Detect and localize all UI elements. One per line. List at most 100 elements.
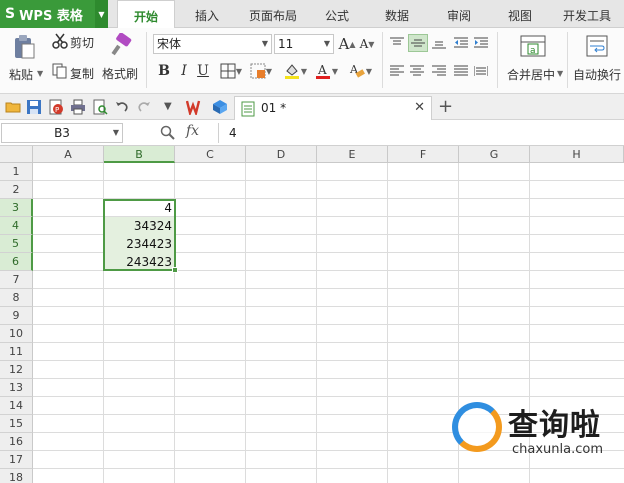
- name-box[interactable]: B3 ▼: [1, 123, 123, 143]
- row-header[interactable]: 12: [0, 361, 33, 379]
- shrink-font-icon: A: [359, 37, 369, 51]
- column-header-d[interactable]: D: [246, 146, 317, 163]
- align-middle-button[interactable]: [408, 34, 428, 52]
- app-menu-dropdown-icon[interactable]: ▼: [95, 0, 108, 28]
- format-painter-button[interactable]: 格式刷: [102, 65, 138, 82]
- row-header[interactable]: 13: [0, 379, 33, 397]
- outdent-icon: [454, 37, 468, 48]
- document-tab[interactable]: 01 * ✕: [234, 96, 432, 120]
- new-tab-plus-icon[interactable]: +: [438, 96, 453, 117]
- align-top-button[interactable]: [388, 35, 406, 51]
- italic-icon: I: [181, 63, 187, 79]
- print-icon[interactable]: [70, 99, 86, 115]
- row-header[interactable]: 7: [0, 271, 33, 289]
- cut-button[interactable]: 剪切: [70, 34, 94, 51]
- wrap-text-icon[interactable]: [584, 33, 610, 59]
- row-header[interactable]: 17: [0, 451, 33, 469]
- clear-format-button[interactable]: A ▼: [346, 62, 374, 80]
- insert-function-button[interactable]: fx: [186, 123, 199, 139]
- column-header-f[interactable]: F: [388, 146, 459, 163]
- tab-formulas[interactable]: 公式: [312, 0, 362, 28]
- undo-icon[interactable]: [114, 99, 130, 115]
- zoom-search-icon[interactable]: [160, 125, 176, 141]
- quick-access-toolbar: P ▼ 01 * ✕ +: [0, 94, 624, 120]
- justify-button[interactable]: [452, 63, 470, 79]
- tab-home[interactable]: 开始: [117, 0, 175, 29]
- font-name-select[interactable]: 宋体 ▼: [153, 34, 272, 54]
- gridline: [245, 163, 246, 483]
- font-size-select[interactable]: 11 ▼: [274, 34, 334, 54]
- row-header[interactable]: 8: [0, 289, 33, 307]
- customize-toolbar-icon[interactable]: ▼: [164, 99, 180, 115]
- cell-fill-button[interactable]: ▼: [248, 62, 274, 80]
- row-header[interactable]: 5: [0, 235, 33, 253]
- export-pdf-icon[interactable]: P: [48, 99, 64, 115]
- italic-button[interactable]: I: [176, 62, 192, 80]
- row-header[interactable]: 11: [0, 343, 33, 361]
- column-header-b[interactable]: B: [104, 146, 175, 163]
- print-preview-icon[interactable]: [92, 99, 108, 115]
- row-header[interactable]: 4: [0, 217, 33, 235]
- column-header-e[interactable]: E: [317, 146, 388, 163]
- row-header[interactable]: 10: [0, 325, 33, 343]
- paste-button[interactable]: [10, 32, 38, 62]
- merge-center-icon[interactable]: a: [519, 33, 547, 59]
- tab-review[interactable]: 审阅: [434, 0, 484, 28]
- increase-indent-button[interactable]: [472, 35, 490, 51]
- paste-dropdown-icon[interactable]: ▼: [37, 69, 43, 78]
- cloud-cube-icon[interactable]: [212, 99, 228, 115]
- paste-icon: [15, 35, 35, 59]
- app-menu-button[interactable]: S WPS 表格 ▼: [0, 0, 108, 28]
- format-painter-icon[interactable]: [108, 32, 134, 58]
- align-bottom-button[interactable]: [430, 35, 448, 51]
- distributed-align-button[interactable]: [472, 63, 490, 79]
- paste-label[interactable]: 粘贴: [9, 66, 33, 83]
- column-header-c[interactable]: C: [175, 146, 246, 163]
- fill-handle[interactable]: [172, 267, 178, 273]
- underline-button[interactable]: U: [195, 62, 211, 80]
- fill-color-button[interactable]: ▼: [281, 62, 309, 80]
- grow-font-button[interactable]: A ▲: [338, 34, 356, 54]
- wrap-text-button[interactable]: 自动换行: [573, 66, 621, 83]
- merge-dropdown-icon[interactable]: ▼: [557, 69, 563, 78]
- column-header-g[interactable]: G: [459, 146, 530, 163]
- row-header[interactable]: 2: [0, 181, 33, 199]
- column-header-a[interactable]: A: [33, 146, 104, 163]
- tab-view[interactable]: 视图: [495, 0, 545, 28]
- row-header[interactable]: 3: [0, 199, 33, 217]
- font-color-button[interactable]: A ▼: [312, 62, 340, 80]
- merge-center-button[interactable]: 合并居中: [507, 66, 555, 83]
- row-header[interactable]: 14: [0, 397, 33, 415]
- row-header[interactable]: 9: [0, 307, 33, 325]
- scissors-icon[interactable]: [52, 33, 68, 49]
- column-header-h[interactable]: H: [530, 146, 624, 163]
- tab-developer[interactable]: 开发工具: [554, 0, 620, 28]
- gridline: [33, 342, 624, 343]
- borders-button[interactable]: ▼: [218, 62, 244, 80]
- row-header[interactable]: 16: [0, 433, 33, 451]
- row-header[interactable]: 1: [0, 163, 33, 181]
- row-header[interactable]: 15: [0, 415, 33, 433]
- close-tab-icon[interactable]: ✕: [414, 100, 425, 115]
- tab-page-layout[interactable]: 页面布局: [240, 0, 306, 28]
- formula-input[interactable]: 4: [218, 123, 622, 143]
- gridline: [33, 360, 624, 361]
- shrink-font-button[interactable]: A ▼: [358, 34, 376, 54]
- svg-text:P: P: [55, 106, 59, 114]
- align-center-button[interactable]: [408, 63, 426, 79]
- wps-w-icon[interactable]: [185, 99, 202, 118]
- align-left-button[interactable]: [388, 63, 406, 79]
- copy-icon[interactable]: [52, 63, 68, 79]
- copy-button[interactable]: 复制: [70, 65, 94, 82]
- tab-insert[interactable]: 插入: [180, 0, 234, 28]
- tab-data[interactable]: 数据: [372, 0, 422, 28]
- row-header[interactable]: 18: [0, 469, 33, 483]
- bold-button[interactable]: B: [156, 62, 172, 80]
- save-icon[interactable]: [26, 99, 42, 115]
- decrease-indent-button[interactable]: [452, 35, 470, 51]
- select-all-corner[interactable]: [0, 146, 33, 163]
- open-folder-icon[interactable]: [5, 99, 21, 115]
- row-header[interactable]: 6: [0, 253, 33, 271]
- redo-icon[interactable]: [136, 99, 152, 115]
- align-right-button[interactable]: [430, 63, 448, 79]
